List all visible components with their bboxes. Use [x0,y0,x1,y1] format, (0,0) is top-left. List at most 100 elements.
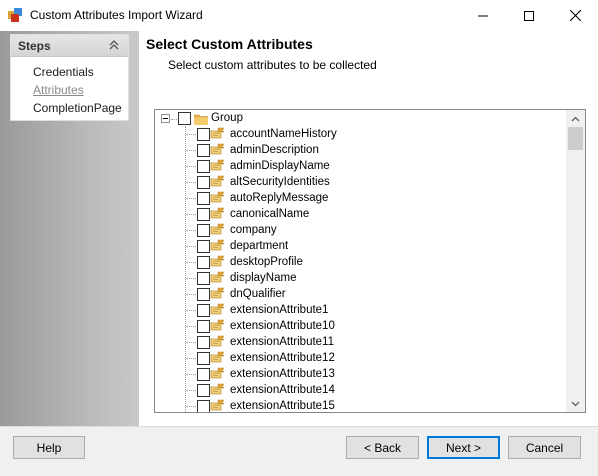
attribute-checkbox[interactable] [197,256,210,269]
maximize-button[interactable] [506,0,552,31]
next-button[interactable]: Next > [427,436,500,459]
tree-connector [186,278,196,279]
attribute-checkbox[interactable] [197,208,210,221]
page-subtitle: Select custom attributes to be collected [168,58,377,72]
button-bar: Help < Back Next > Cancel [0,426,598,476]
attribute-checkbox[interactable] [197,288,210,301]
attribute-icon [210,223,225,235]
attribute-checkbox[interactable] [197,144,210,157]
attribute-icon [210,335,225,347]
scroll-down-button[interactable] [566,395,585,412]
window-title: Custom Attributes Import Wizard [30,8,203,22]
attribute-icon [210,303,225,315]
scroll-up-button[interactable] [566,110,585,127]
attribute-icon [210,351,225,363]
attribute-checkbox[interactable] [197,240,210,253]
attribute-icon [210,127,225,139]
attribute-label[interactable]: extensionAttribute12 [230,352,335,364]
tree-connector [186,406,196,407]
attribute-label[interactable]: autoReplyMessage [230,192,328,204]
tree-connector [186,262,196,263]
back-button[interactable]: < Back [346,436,419,459]
tree-connector [171,119,177,120]
help-button[interactable]: Help [13,436,85,459]
attribute-checkbox[interactable] [197,352,210,365]
attribute-checkbox[interactable] [197,272,210,285]
tree-connector [186,214,196,215]
attribute-label[interactable]: company [230,224,277,236]
tree-connector [186,390,196,391]
attribute-label[interactable]: accountNameHistory [230,128,337,140]
vertical-scrollbar[interactable] [566,110,585,412]
close-button[interactable] [552,0,598,31]
group-label[interactable]: Group [211,112,243,124]
attribute-checkbox[interactable] [197,160,210,173]
attribute-label[interactable]: extensionAttribute14 [230,384,335,396]
tree-connector [186,326,196,327]
attribute-checkbox[interactable] [197,176,210,189]
attribute-checkbox[interactable] [197,400,210,412]
attribute-label[interactable]: extensionAttribute11 [230,336,334,348]
attribute-checkbox[interactable] [197,384,210,397]
collapse-toggle-icon[interactable] [161,114,170,123]
tree-connector [186,358,196,359]
cancel-button[interactable]: Cancel [508,436,581,459]
tree-connector [186,374,196,375]
attribute-label[interactable]: extensionAttribute15 [230,400,335,412]
attribute-icon [210,159,225,171]
minimize-button[interactable] [460,0,506,31]
app-icon [8,8,22,22]
tree-connector [186,182,196,183]
page-title: Select Custom Attributes [146,36,313,52]
chevron-down-icon [571,401,580,406]
attribute-checkbox[interactable] [197,304,210,317]
chevron-up-icon [571,116,580,121]
step-completion-page[interactable]: CompletionPage [33,101,122,115]
attribute-icon [210,287,225,299]
tree-connector [186,294,196,295]
steps-header[interactable]: Steps [11,35,128,57]
attribute-checkbox[interactable] [197,320,210,333]
attribute-checkbox[interactable] [197,224,210,237]
attribute-checkbox[interactable] [197,336,210,349]
step-attributes[interactable]: Attributes [33,83,84,97]
attribute-label[interactable]: adminDisplayName [230,160,330,172]
tree-connector [186,342,196,343]
tree-content: Group accountNameHistory adminDescription… [155,110,566,412]
attribute-label[interactable]: extensionAttribute10 [230,320,335,332]
attribute-label[interactable]: dnQualifier [230,288,286,300]
attribute-checkbox[interactable] [197,192,210,205]
tree-connector [186,310,196,311]
attribute-label[interactable]: extensionAttribute13 [230,368,335,380]
attribute-label[interactable]: desktopProfile [230,256,303,268]
attribute-icon [210,191,225,203]
attribute-checkbox[interactable] [197,368,210,381]
attribute-label[interactable]: canonicalName [230,208,309,220]
attribute-label[interactable]: adminDescription [230,144,319,156]
attribute-icon [210,143,225,155]
attribute-icon [210,367,225,379]
attribute-icon [210,319,225,331]
attribute-label[interactable]: department [230,240,288,252]
tree-connector [186,246,196,247]
attribute-icon [210,271,225,283]
attribute-label[interactable]: extensionAttribute1 [230,304,328,316]
close-icon [569,10,581,21]
attribute-icon [210,255,225,267]
group-checkbox[interactable] [178,112,191,125]
maximize-icon [524,10,534,21]
attribute-label[interactable]: displayName [230,272,296,284]
scroll-thumb[interactable] [568,127,583,150]
step-credentials[interactable]: Credentials [33,65,94,79]
attribute-checkbox[interactable] [197,128,210,141]
steps-panel: Steps Credentials Attributes CompletionP… [10,34,129,121]
attribute-label[interactable]: altSecurityIdentities [230,176,330,188]
steps-header-label: Steps [18,39,51,53]
title-bar: Custom Attributes Import Wizard [0,0,598,31]
collapse-chevron-icon[interactable] [108,39,120,51]
attribute-icon [210,383,225,395]
main-content: Select Custom Attributes Select custom a… [139,31,598,426]
attribute-icon [210,399,225,411]
attributes-tree[interactable]: Group accountNameHistory adminDescription… [154,109,586,413]
folder-icon [194,114,208,125]
